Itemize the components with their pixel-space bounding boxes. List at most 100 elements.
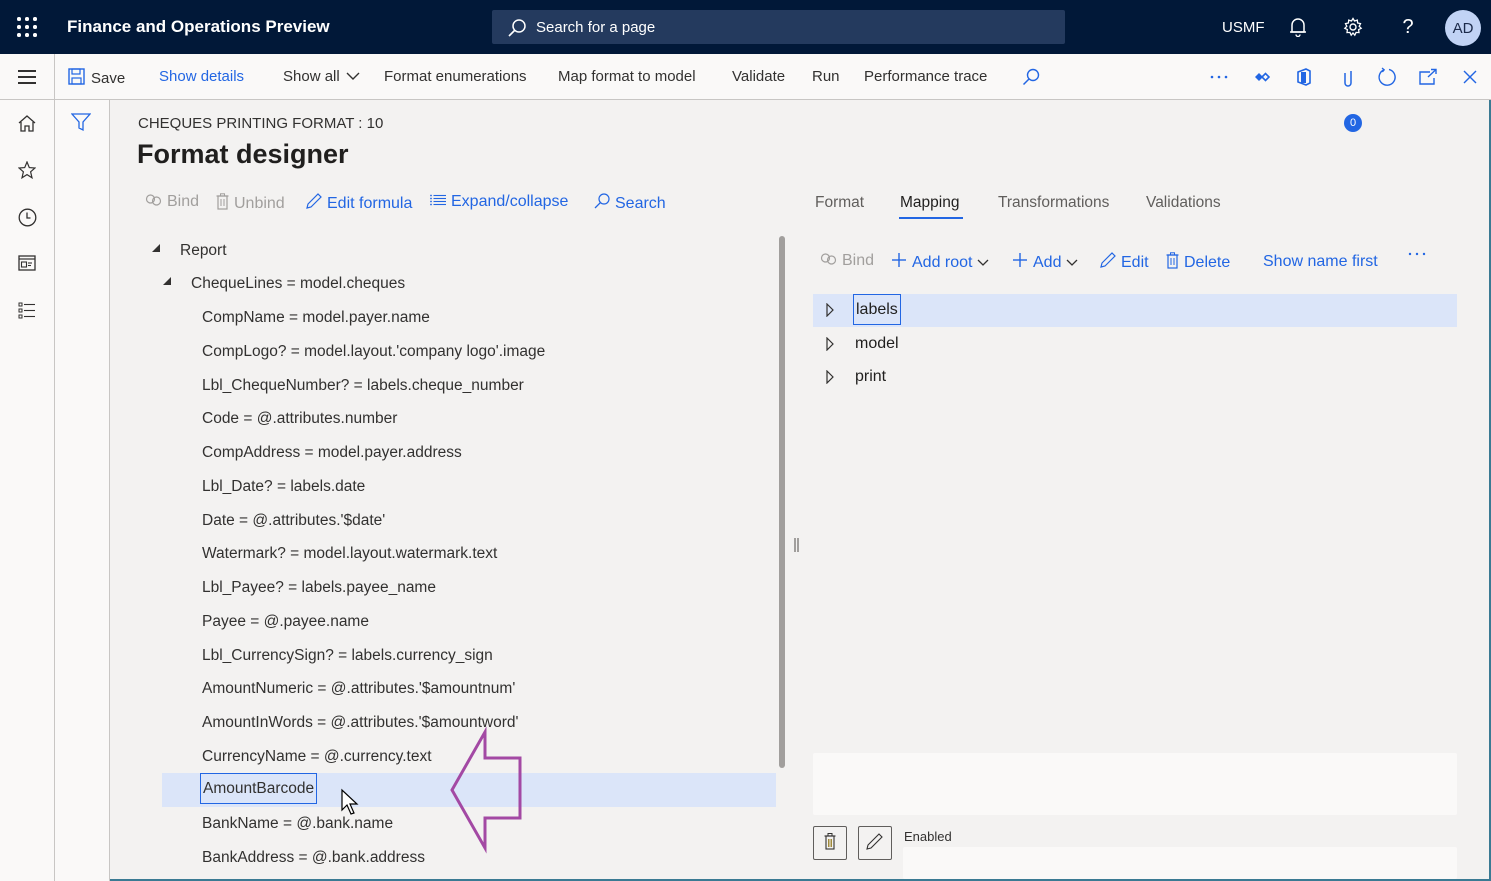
- show-all-dropdown[interactable]: Show all: [283, 68, 360, 85]
- collapse-caret-icon[interactable]: [152, 244, 160, 252]
- data-source-print[interactable]: print: [813, 361, 1457, 394]
- data-source-labels[interactable]: labels: [813, 294, 1457, 327]
- refresh-icon[interactable]: [1376, 66, 1398, 88]
- save-button[interactable]: Save: [68, 68, 125, 89]
- active-tab-indicator: [899, 217, 963, 219]
- tree-node[interactable]: Lbl_ChequeNumber? = labels.cheque_number: [162, 369, 776, 403]
- app-launcher-icon[interactable]: [17, 17, 37, 37]
- home-icon[interactable]: [16, 112, 38, 134]
- edit-enabled-formula-button[interactable]: [858, 826, 892, 860]
- tree-node[interactable]: BankName = @.bank.name: [162, 807, 776, 841]
- tab-transformations[interactable]: Transformations: [998, 194, 1109, 212]
- workspaces-icon[interactable]: [16, 252, 38, 274]
- app-title: Finance and Operations Preview: [67, 17, 330, 36]
- divider: [54, 54, 55, 100]
- action-search-icon[interactable]: [1020, 66, 1042, 88]
- filter-funnel-icon[interactable]: [70, 112, 93, 134]
- action-pane: Save Show details Show all Format enumer…: [0, 54, 1491, 132]
- delete-button[interactable]: Delete: [1166, 252, 1230, 274]
- record-caption: CHEQUES PRINTING FORMAT : 10: [138, 115, 384, 132]
- user-avatar[interactable]: AD: [1445, 10, 1481, 46]
- pencil-icon: [1100, 252, 1116, 273]
- tree-node[interactable]: Code = @.attributes.number: [162, 402, 776, 436]
- tree-node[interactable]: Lbl_Date? = labels.date: [162, 470, 776, 504]
- pencil-icon: [306, 193, 322, 214]
- favorites-star-icon[interactable]: [16, 159, 38, 181]
- company-selector[interactable]: USMF: [1222, 19, 1265, 36]
- pane-splitter-handle[interactable]: [794, 538, 800, 554]
- list-lines-icon: [430, 193, 446, 211]
- expand-caret-icon[interactable]: [826, 336, 834, 356]
- tree-node[interactable]: AmountNumeric = @.attributes.'$amountnum…: [162, 672, 776, 706]
- mapping-bind-button[interactable]: Bind: [820, 252, 874, 270]
- format-tree-scrollbar[interactable]: [779, 236, 785, 768]
- help-question-icon[interactable]: ?: [1396, 15, 1420, 39]
- expand-collapse-label: Expand/collapse: [451, 193, 569, 210]
- more-options-icon[interactable]: [1408, 252, 1426, 256]
- data-source-model[interactable]: model: [813, 328, 1457, 361]
- search-icon: [507, 18, 527, 43]
- trash-icon: [216, 193, 229, 215]
- map-format-to-model-button[interactable]: Map format to model: [558, 68, 696, 85]
- tree-node[interactable]: Payee = @.payee.name: [162, 605, 776, 639]
- add-root-dropdown[interactable]: Add root: [891, 252, 989, 273]
- pencil-icon: [866, 832, 884, 855]
- format-enumerations-button[interactable]: Format enumerations: [384, 68, 527, 85]
- plus-icon: [891, 252, 907, 273]
- add-dropdown[interactable]: Add: [1012, 252, 1078, 273]
- tab-validations[interactable]: Validations: [1146, 194, 1221, 212]
- edit-button[interactable]: Edit: [1100, 252, 1149, 273]
- format-bind-button[interactable]: Bind: [145, 193, 199, 211]
- tree-node[interactable]: Lbl_CurrencySign? = labels.currency_sign: [162, 639, 776, 673]
- tree-node[interactable]: CompName = model.payer.name: [162, 301, 776, 335]
- settings-gear-icon[interactable]: [1341, 15, 1365, 39]
- expand-collapse-button[interactable]: Expand/collapse: [430, 193, 568, 211]
- edit-formula-button[interactable]: Edit formula: [306, 193, 412, 214]
- tree-node[interactable]: Lbl_Payee? = labels.payee_name: [162, 571, 776, 605]
- open-new-window-icon[interactable]: [1417, 66, 1439, 88]
- expand-caret-icon[interactable]: [826, 369, 834, 389]
- notifications-bell-icon[interactable]: [1286, 15, 1310, 39]
- tab-format[interactable]: Format: [815, 194, 864, 212]
- tree-node-selected[interactable]: AmountBarcode: [162, 773, 776, 807]
- tab-mapping[interactable]: Mapping: [900, 194, 959, 212]
- expand-caret-icon[interactable]: [826, 302, 834, 322]
- power-apps-icon[interactable]: [1251, 66, 1273, 88]
- recent-clock-icon[interactable]: [16, 206, 38, 228]
- tree-node-chequelines[interactable]: ChequeLines = model.cheques: [140, 267, 770, 301]
- run-button[interactable]: Run: [812, 68, 840, 85]
- show-name-first-button[interactable]: Show name first: [1263, 253, 1378, 271]
- formula-details-box: [813, 753, 1457, 815]
- delete-enabled-button[interactable]: [813, 826, 847, 860]
- tree-node-report[interactable]: Report: [140, 234, 770, 268]
- save-label: Save: [91, 70, 126, 87]
- format-search-label: Search: [615, 194, 666, 212]
- chevron-down-icon: [346, 68, 360, 85]
- filter-pane: [55, 100, 110, 881]
- format-search-button[interactable]: Search: [594, 193, 666, 214]
- page-search-input[interactable]: Search for a page: [492, 10, 1065, 44]
- tree-node[interactable]: Date = @.attributes.'$date': [162, 504, 776, 538]
- modules-list-icon[interactable]: [16, 299, 38, 321]
- tree-node[interactable]: CurrencyName = @.currency.text: [162, 740, 776, 774]
- delete-label: Delete: [1184, 254, 1231, 271]
- edit-label: Edit: [1121, 253, 1149, 271]
- enabled-formula-field[interactable]: [903, 847, 1457, 879]
- close-icon[interactable]: [1459, 66, 1481, 88]
- collapse-caret-icon[interactable]: [163, 277, 171, 285]
- office-icon[interactable]: [1293, 66, 1315, 88]
- plus-icon: [1012, 252, 1028, 273]
- page-title: Format designer: [137, 139, 349, 169]
- performance-trace-button[interactable]: Performance trace: [864, 68, 987, 85]
- more-options-icon[interactable]: [1208, 66, 1230, 88]
- hamburger-menu-icon[interactable]: [18, 70, 36, 84]
- tree-node[interactable]: BankAddress = @.bank.address: [162, 841, 776, 875]
- unbind-button[interactable]: Unbind: [216, 193, 285, 215]
- tree-node[interactable]: CompLogo? = model.layout.'company logo'.…: [162, 335, 776, 369]
- tree-node[interactable]: Watermark? = model.layout.watermark.text: [162, 537, 776, 571]
- show-details-button[interactable]: Show details: [159, 68, 244, 85]
- validate-button[interactable]: Validate: [732, 68, 785, 85]
- attachments-paperclip-icon[interactable]: [1337, 66, 1359, 88]
- tree-node[interactable]: CompAddress = model.payer.address: [162, 436, 776, 470]
- tree-node[interactable]: AmountInWords = @.attributes.'$amountwor…: [162, 706, 776, 740]
